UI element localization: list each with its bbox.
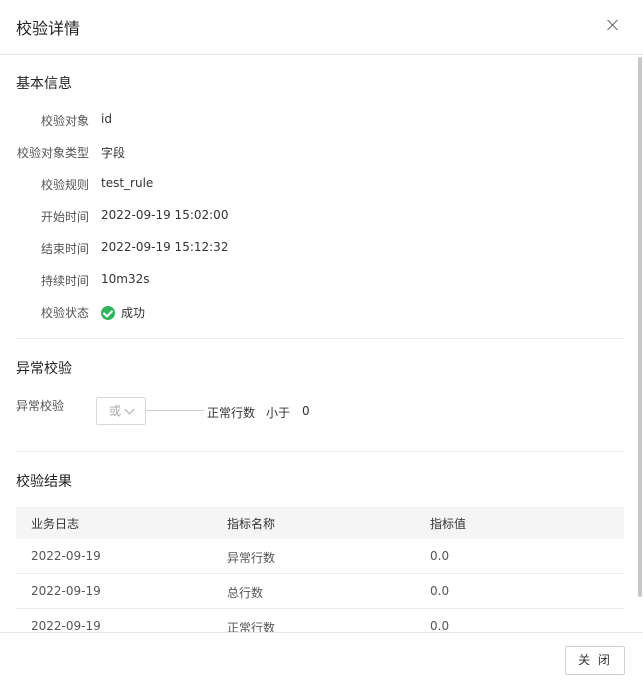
- label-start-time: 开始时间: [40, 210, 89, 224]
- cell-date: 2022-09-19: [31, 549, 101, 563]
- label-end-time: 结束时间: [40, 242, 89, 256]
- chevron-down-icon: [124, 404, 135, 415]
- value-check-rule: test_rule: [101, 176, 154, 190]
- check-circle-icon: [101, 306, 115, 320]
- value-check-object-type: 字段: [101, 146, 126, 160]
- dialog-header: 校验详情: [0, 0, 643, 55]
- results-table: 业务日志 指标名称 指标值 2022-09-19 异常行数 0.0 2022-0…: [16, 507, 624, 632]
- table-row: 2022-09-19 异常行数 0.0: [16, 539, 624, 574]
- label-check-object: 校验对象: [40, 114, 89, 128]
- basic-info-title: 基本信息: [16, 76, 72, 92]
- close-icon[interactable]: [604, 16, 622, 34]
- column-header: 指标值: [430, 517, 467, 531]
- condition-value: 0: [302, 404, 310, 418]
- label-check-status: 校验状态: [40, 306, 89, 320]
- dialog-title: 校验详情: [16, 19, 81, 38]
- logic-select-value: 或: [109, 404, 122, 418]
- condition-operator: 小于: [266, 406, 291, 420]
- condition-connector: [146, 410, 204, 411]
- divider: [16, 338, 624, 339]
- anomaly-title: 异常校验: [16, 361, 72, 377]
- dialog-body[interactable]: 基本信息 校验对象 id 校验对象类型 字段 校验规则 test_rule 开始…: [0, 55, 643, 632]
- table-row: 2022-09-19 总行数 0.0: [16, 574, 624, 609]
- cell-date: 2022-09-19: [31, 584, 101, 598]
- value-end-time: 2022-09-19 15:12:32: [101, 240, 229, 254]
- label-check-object-type: 校验对象类型: [16, 146, 89, 160]
- vertical-scrollbar[interactable]: [638, 57, 642, 597]
- cell-value: 0.0: [430, 584, 450, 598]
- cell-value: 0.0: [430, 549, 450, 563]
- table-header: 业务日志 指标名称 指标值: [16, 507, 624, 539]
- cell-metric: 正常行数: [227, 621, 276, 632]
- label-duration: 持续时间: [40, 274, 89, 288]
- logic-select[interactable]: 或: [96, 397, 146, 425]
- cell-date: 2022-09-19: [31, 619, 101, 632]
- anomaly-label: 异常校验: [16, 399, 65, 413]
- divider: [16, 451, 624, 452]
- column-header: 指标名称: [227, 517, 276, 531]
- results-title: 校验结果: [16, 474, 72, 490]
- cell-metric: 总行数: [227, 586, 264, 600]
- value-start-time: 2022-09-19 15:02:00: [101, 208, 229, 222]
- dialog-footer: 关 闭: [0, 632, 643, 684]
- value-check-status: 成功: [101, 304, 145, 321]
- condition-metric: 正常行数: [207, 406, 256, 420]
- status-text: 成功: [121, 306, 146, 320]
- cell-value: 0.0: [430, 619, 450, 632]
- value-check-object: id: [101, 112, 112, 126]
- column-header: 业务日志: [31, 517, 80, 531]
- close-button[interactable]: 关 闭: [565, 646, 625, 675]
- cell-metric: 异常行数: [227, 551, 276, 565]
- value-duration: 10m32s: [101, 272, 150, 286]
- table-row: 2022-09-19 正常行数 0.0: [16, 609, 624, 632]
- label-check-rule: 校验规则: [40, 178, 89, 192]
